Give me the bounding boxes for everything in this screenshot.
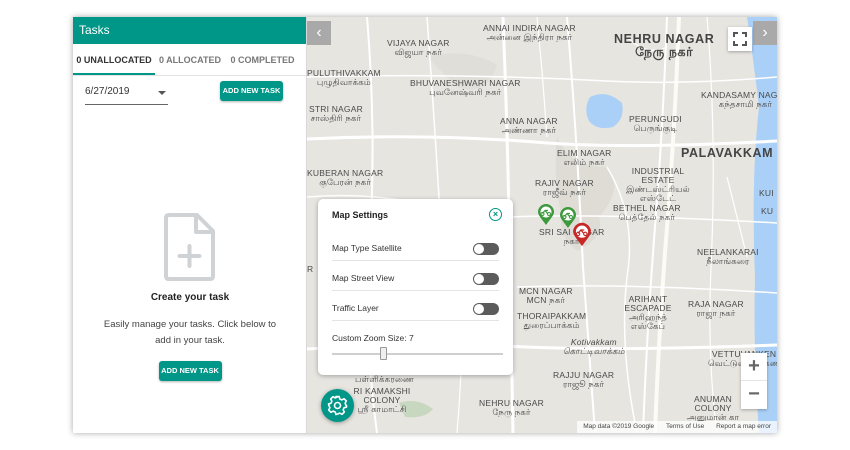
map-label: PERUNGUDI பெருங்குடி [629,114,682,133]
setting-label: Map Type Satellite [332,243,402,253]
setting-row-satellite: Map Type Satellite [332,231,499,261]
zoom-out-button[interactable]: − [741,381,767,409]
map-label: BHUVANESHWARI NAGAR புவனேஷ்வரி நகர் [410,78,521,97]
map-label: MCN NAGAR MCN நகர் [519,286,573,305]
add-new-task-button[interactable]: ADD NEW TASK [220,81,283,101]
fullscreen-button[interactable] [728,27,752,51]
map-data-credit: Map data ©2019 Google [583,423,655,430]
tab-allocated[interactable]: 0 ALLOCATED [155,44,225,75]
map-label: PALAVAKKAM [681,146,774,160]
date-row: 6/27/2019 ADD NEW TASK [85,81,299,105]
map-label: Kotivakkam கொட்டிவாக்கம் [563,337,625,356]
setting-label: Map Street View [332,273,395,283]
tasks-panel: Tasks 0 UNALLOCATED 0 ALLOCATED 0 COMPLE… [73,17,307,433]
task-tabs: 0 UNALLOCATED 0 ALLOCATED 0 COMPLETED [73,44,306,76]
map-label: KUI [759,188,774,198]
date-value: 6/27/2019 [85,86,130,97]
map-label: NEHRU NAGAR நேரு நகர் [479,398,545,417]
setting-row-street-view: Map Street View [332,261,499,291]
map-label: KUBERAN NAGAR குபேரன் நகர் [307,168,384,187]
chevron-left-icon[interactable]: ‹ [307,21,331,45]
add-new-task-button-secondary[interactable]: ADD NEW TASK [158,361,222,381]
empty-state-text: Easily manage your tasks. Click below to… [103,319,277,346]
zoom-slider-thumb[interactable] [380,347,388,360]
map-label: KANDASAMY NAGARகந்தசாமி நகர் [701,90,777,109]
app-frame: Tasks 0 UNALLOCATED 0 ALLOCATED 0 COMPLE… [73,17,777,433]
zoom-control: + − [741,353,767,409]
traffic-layer-toggle[interactable] [473,303,499,315]
map-label: ARIHANT ESCAPADE அரிஹந்த் எஸ்கேப் [624,294,672,331]
chevron-right-icon[interactable]: › [753,21,777,45]
new-document-icon [164,213,215,281]
map-label: RAJIV NAGAR ராஜீவ் நகர் [535,178,594,197]
custom-zoom-label: Custom Zoom Size: 7 [332,333,414,343]
map-label: INDUSTRIAL ESTATE இண்டஸ்ட்ரியல் எஸ்டேட் [626,166,690,203]
map-label: NEHRU NAGAR நேரு நகர் [614,32,715,59]
fullscreen-icon [733,32,747,46]
map-label: STRI NAGAR சாஸ்திரி நகர் [309,104,363,123]
chevron-down-icon [158,91,166,95]
map-label: RI KAMAKSHI COLONY ஸ்ரீ காமாட்சி [353,386,411,414]
date-picker[interactable]: 6/27/2019 [85,85,168,105]
empty-state-title: Create your task [150,292,230,303]
map-settings-card: Map Settings × Map Type Satellite Map St… [318,199,513,375]
report-map-error-link[interactable]: Report a map error [716,423,771,430]
tab-unallocated[interactable]: 0 UNALLOCATED [73,44,155,75]
gear-icon [327,395,348,416]
map-label: ELIM NAGAR எலிம் நகர் [557,148,612,167]
map-label: ANNAI INDIRA NAGAR அன்னை இந்திரா நகர் [483,23,576,42]
map-label: RAJJU NAGAR ராஜூ நகர் [553,370,615,389]
bike-marker-icon[interactable] [537,204,555,226]
zoom-in-button[interactable]: + [741,353,767,381]
tab-completed[interactable]: 0 COMPLETED [225,44,300,75]
terms-of-use-link[interactable]: Terms of Use [666,423,704,430]
map-label: KU [761,206,774,216]
bike-marker-icon[interactable] [572,222,592,248]
setting-label: Traffic Layer [332,303,379,313]
map-label: R [307,264,314,274]
map-label: PULUTHIVAKKAM புழுதிவாக்கம் [307,68,381,87]
map-label: RAJA NAGAR ராஜா நகர் [688,299,744,318]
map-label: VIJAYA NAGAR விஜயா நகர் [387,38,450,57]
satellite-toggle[interactable] [473,243,499,255]
panel-title: Tasks [73,17,306,44]
close-circle-icon[interactable]: × [489,208,502,221]
empty-state: Create your task Easily manage your task… [73,212,307,381]
map-label: பள்ளிக்கரணை [355,374,414,384]
map-label: ANNA NAGAR அண்ணா நகர் [500,116,558,135]
map-label: ANUMAN COLONY அனுமான் கா [686,394,740,422]
map-label: THORAIPAKKAM துரைப்பாக்கம் [517,311,587,330]
map-attribution: Map data ©2019 Google Terms of Use Repor… [577,421,777,433]
setting-row-traffic: Traffic Layer [332,291,499,321]
street-view-toggle[interactable] [473,273,499,285]
map-label: NEELANKARAI நீலாங்கரை [697,247,759,266]
map-label: BETHEL NAGAR பெத்தேல் நகர் [613,203,681,222]
map-settings-title: Map Settings [332,210,389,220]
map-settings-button[interactable] [321,389,354,422]
zoom-slider-track[interactable] [332,353,503,355]
